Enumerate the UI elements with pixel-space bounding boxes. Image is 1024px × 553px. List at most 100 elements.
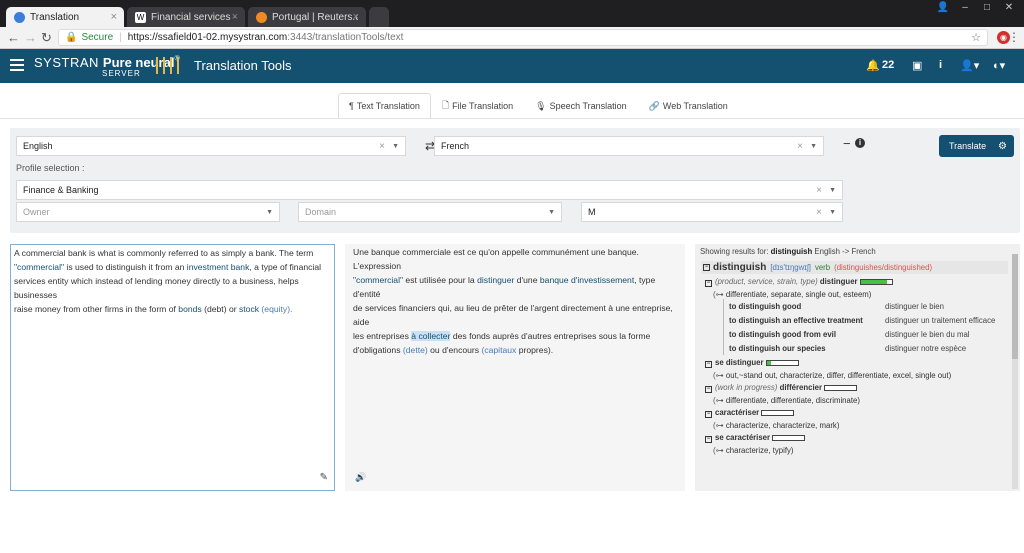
headword-row[interactable]: − distinguish [dɪs'tɪŋgwɪʃ] verb (distin… bbox=[701, 261, 1008, 274]
owner-select[interactable]: Owner ▼ bbox=[16, 202, 280, 222]
source-term[interactable]: "commercial" bbox=[14, 262, 64, 272]
scrollbar[interactable] bbox=[1012, 254, 1018, 489]
translation-word[interactable]: distinguer bbox=[820, 277, 858, 286]
synonyms-close: ) bbox=[868, 290, 872, 299]
remove-target-icon[interactable]: − bbox=[843, 136, 851, 151]
browser-tab-translation[interactable]: Translation × bbox=[6, 7, 124, 27]
sense-context: (product, service, strain, type) bbox=[715, 277, 820, 286]
tab-label: Text Translation bbox=[356, 101, 420, 111]
notification-count[interactable]: 22 bbox=[882, 59, 894, 71]
source-term[interactable]: stock bbox=[239, 304, 259, 314]
source-term[interactable]: (equity). bbox=[259, 304, 292, 314]
example-row[interactable]: to distinguish good distinguer le bien bbox=[729, 299, 1020, 313]
translation-word[interactable]: différencier bbox=[780, 383, 822, 392]
bookmark-star-icon[interactable]: ☆ bbox=[971, 31, 981, 44]
translation-options-panel: English × ▼ ⇄ French × ▼ − i Translate ⚙ P… bbox=[10, 128, 1020, 233]
reload-icon[interactable]: ↻ bbox=[41, 30, 52, 45]
example-row[interactable]: to distinguish our species distinguer not… bbox=[729, 341, 1020, 355]
example-fr: distinguer notre espèce bbox=[885, 343, 967, 353]
main-content: ¶ Text Translation 🗋 File Translation 🎙 Spe… bbox=[0, 83, 1024, 553]
sense-item[interactable]: − caractériser bbox=[705, 408, 1020, 418]
target-term-selected[interactable]: à collecter bbox=[411, 331, 451, 341]
close-icon[interactable]: × bbox=[232, 11, 238, 23]
collapse-icon[interactable]: − bbox=[703, 264, 710, 271]
chevron-down-icon[interactable]: ▼ bbox=[810, 143, 817, 150]
gear-icon[interactable]: ⚙ bbox=[998, 141, 1007, 152]
user-menu-icon[interactable]: 👤▾ bbox=[960, 59, 979, 72]
clear-icon[interactable]: × bbox=[797, 141, 803, 152]
domain-select[interactable]: Domain ▼ bbox=[298, 202, 562, 222]
target-term[interactable]: (capitaux bbox=[481, 345, 516, 355]
collapse-icon[interactable]: − bbox=[705, 386, 712, 393]
collapse-icon[interactable]: − bbox=[705, 280, 712, 287]
user-icon[interactable]: 👤 bbox=[934, 2, 952, 14]
sense-item[interactable]: − se distinguer bbox=[705, 358, 1020, 368]
chevron-down-icon[interactable]: ▼ bbox=[392, 143, 399, 150]
clear-icon[interactable]: × bbox=[816, 185, 822, 196]
dictionary-panel: Showing results for: distinguish English… bbox=[695, 244, 1020, 491]
collapse-icon[interactable]: − bbox=[705, 436, 712, 443]
minimize-icon[interactable]: – bbox=[956, 2, 974, 14]
synonyms: characterize, typify bbox=[725, 446, 791, 455]
source-text-area[interactable]: A commercial bank is what is commonly re… bbox=[10, 244, 335, 491]
chevron-down-icon[interactable]: ▼ bbox=[829, 187, 836, 194]
browser-menu-icon[interactable]: ⋮ bbox=[1008, 30, 1020, 44]
translation-word[interactable]: caractériser bbox=[715, 408, 759, 417]
chevron-down-icon[interactable]: ▼ bbox=[548, 209, 555, 216]
source-language-value: English bbox=[23, 141, 53, 151]
sense-item[interactable]: − (product, service, strain, type) distin… bbox=[705, 277, 1020, 287]
source-term[interactable]: bonds bbox=[178, 304, 201, 314]
forward-icon[interactable]: → bbox=[24, 30, 37, 45]
hamburger-menu-icon[interactable] bbox=[10, 59, 24, 71]
source-term[interactable]: investment bank bbox=[187, 262, 250, 272]
tab-text-translation[interactable]: ¶ Text Translation bbox=[338, 93, 431, 119]
globe-menu-icon[interactable]: ◐▾ bbox=[993, 59, 1005, 72]
scrollbar-thumb[interactable] bbox=[1012, 254, 1018, 359]
bell-icon[interactable]: 🔔 bbox=[866, 59, 880, 72]
back-icon[interactable]: ← bbox=[7, 30, 20, 45]
target-language-select[interactable]: French × ▼ bbox=[434, 136, 824, 156]
close-icon[interactable]: × bbox=[111, 11, 117, 23]
info-icon[interactable]: i bbox=[939, 59, 942, 71]
example-row[interactable]: to distinguish good from evil distinguer … bbox=[729, 327, 1020, 341]
tab-file-translation[interactable]: 🗋 File Translation bbox=[431, 93, 524, 119]
speaker-icon[interactable]: 🔊 bbox=[355, 470, 366, 484]
url-field[interactable]: 🔒 Secure | https://ssafield01-02.mysystr… bbox=[58, 29, 988, 46]
dictionary-direction: English -> French bbox=[814, 247, 876, 256]
translation-word[interactable]: se caractériser bbox=[715, 433, 770, 442]
chevron-down-icon[interactable]: ▼ bbox=[829, 209, 836, 216]
synonyms: differentiate, separate, single out, est… bbox=[725, 290, 869, 299]
collapse-icon[interactable]: − bbox=[705, 361, 712, 368]
translation-word[interactable]: se distinguer bbox=[715, 358, 764, 367]
target-term[interactable]: "commercial" bbox=[353, 275, 403, 285]
example-row[interactable]: to distinguish an effective treatment dis… bbox=[729, 313, 1020, 327]
tab-web-translation[interactable]: 🔗 Web Translation bbox=[638, 93, 739, 119]
window-close-icon[interactable]: ✕ bbox=[1000, 2, 1018, 14]
profile-select[interactable]: Finance & Banking × ▼ bbox=[16, 180, 843, 200]
target-term[interactable]: banque d'investissement bbox=[540, 275, 634, 285]
rss-icon[interactable]: ▣ bbox=[912, 59, 922, 72]
m-select[interactable]: M × ▼ bbox=[581, 202, 843, 222]
browser-tab-wikipedia[interactable]: W Financial services - Wikip × bbox=[127, 7, 245, 27]
sense-item[interactable]: − se caractériser bbox=[705, 433, 1020, 443]
target-term[interactable]: distinguer bbox=[477, 275, 514, 285]
clear-icon[interactable]: × bbox=[379, 141, 385, 152]
close-icon[interactable]: × bbox=[353, 11, 359, 23]
tab-speech-translation[interactable]: 🎙 Speech Translation bbox=[524, 93, 638, 119]
new-tab-button[interactable] bbox=[369, 7, 389, 27]
brand-server: SERVER bbox=[102, 69, 141, 78]
eraser-icon[interactable]: ✎ bbox=[320, 471, 328, 485]
info-icon[interactable]: i bbox=[855, 138, 865, 148]
maximize-icon[interactable]: □ bbox=[978, 2, 996, 14]
synonyms-row: (⊶ differentiate, separate, single out, … bbox=[713, 290, 1020, 299]
translate-button[interactable]: Translate ⚙ bbox=[939, 135, 1014, 157]
chevron-down-icon[interactable]: ▼ bbox=[266, 209, 273, 216]
source-language-select[interactable]: English × ▼ bbox=[16, 136, 406, 156]
clear-icon[interactable]: × bbox=[816, 207, 822, 218]
collapse-icon[interactable]: − bbox=[705, 411, 712, 418]
url-host: https://ssafield01-02.mysystran.com bbox=[127, 32, 288, 43]
browser-tab-reuters[interactable]: Portugal | Reuters.com × bbox=[248, 7, 366, 27]
window-controls: 👤 – □ ✕ bbox=[934, 2, 1018, 14]
target-term[interactable]: (dette) bbox=[403, 345, 428, 355]
sense-item[interactable]: − (work in progress) différencier bbox=[705, 383, 1020, 393]
